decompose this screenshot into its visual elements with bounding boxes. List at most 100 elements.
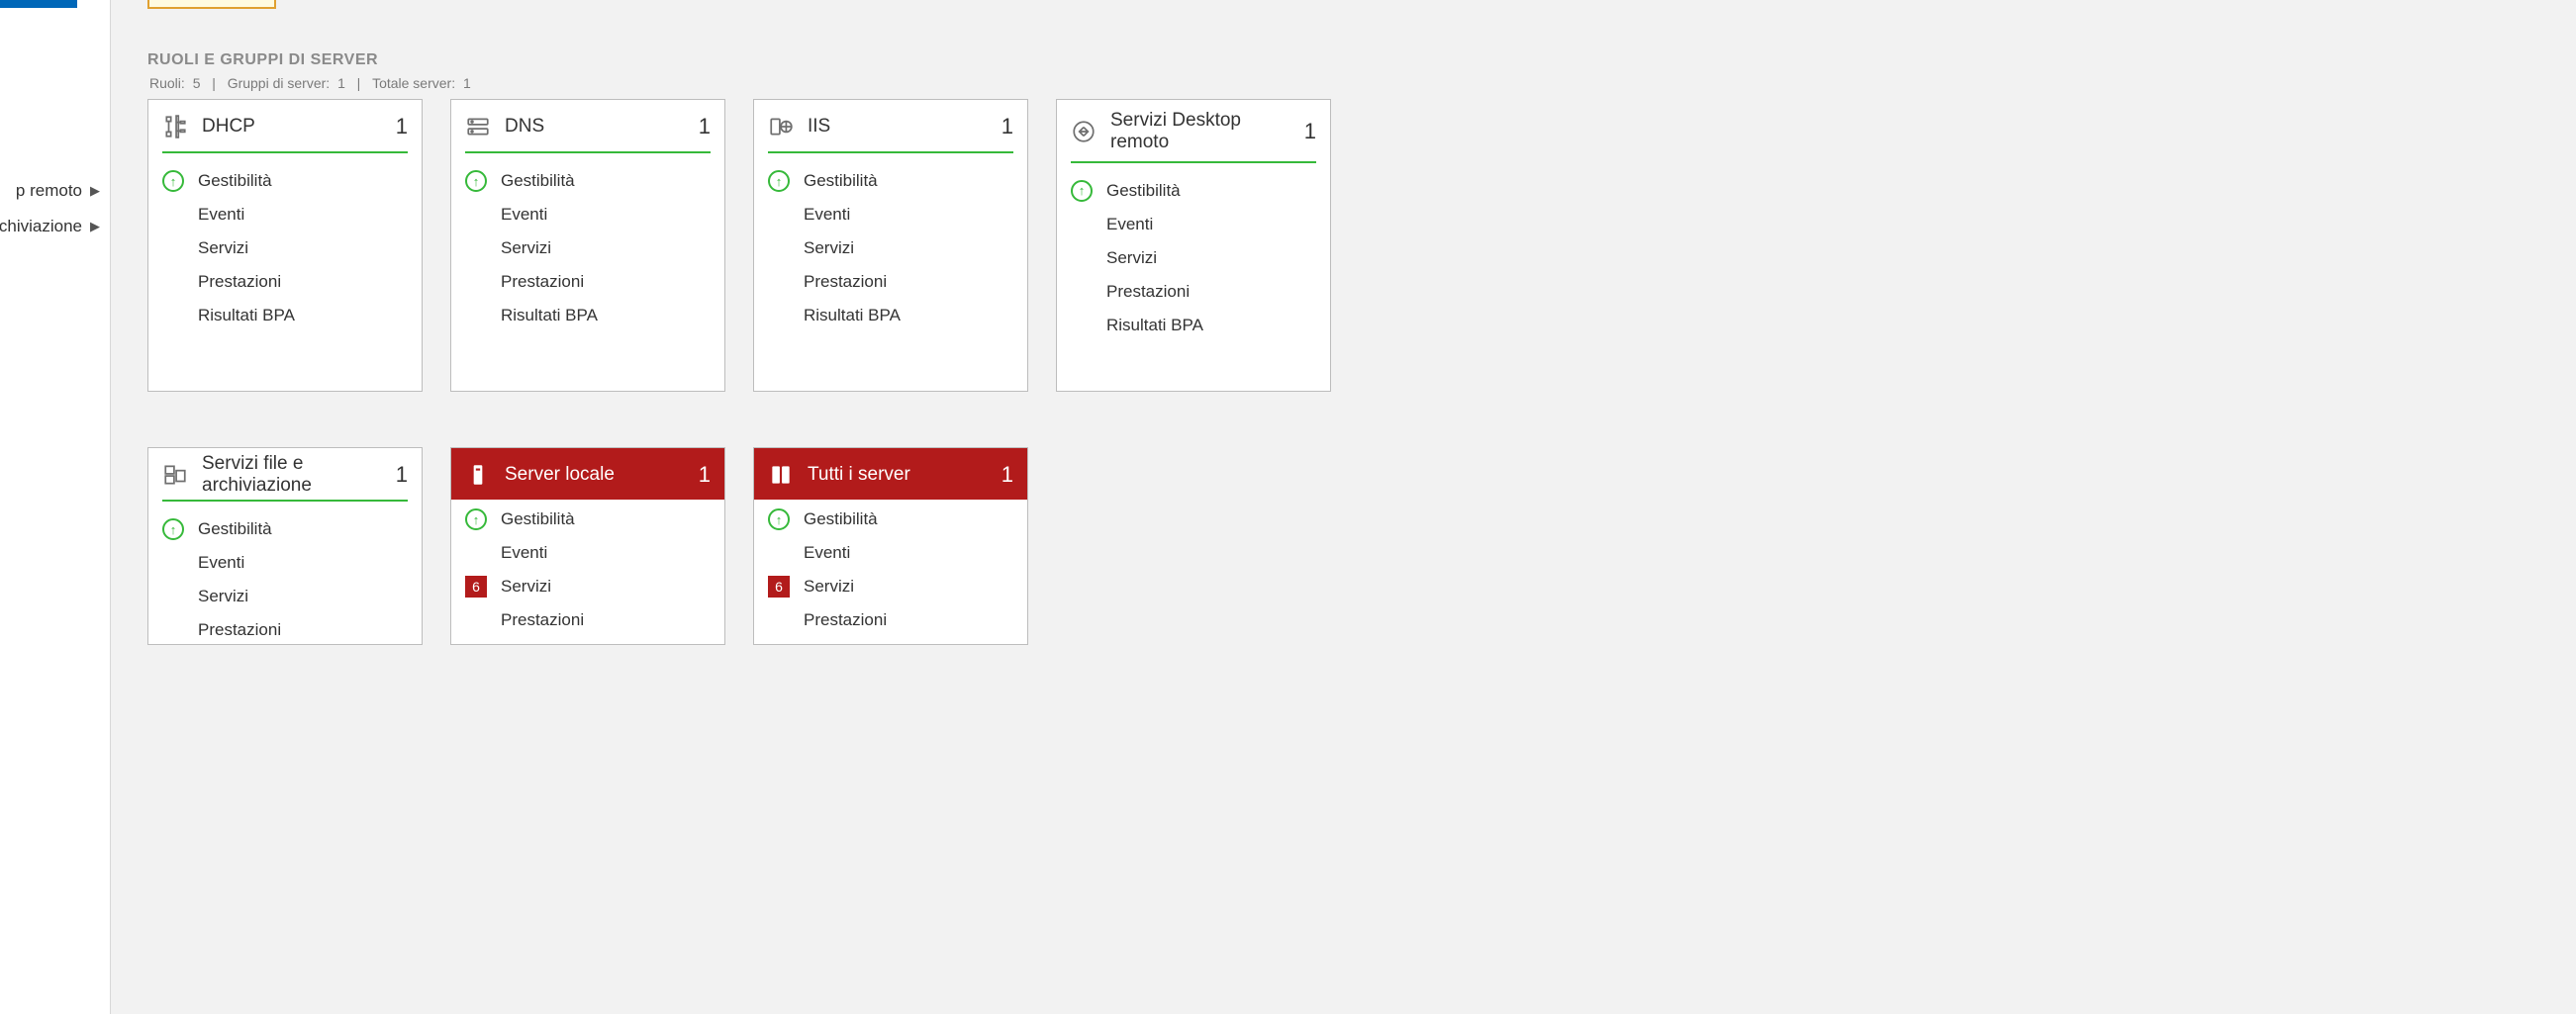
row-label: Servizi — [1106, 248, 1157, 268]
status-rule — [768, 151, 1013, 153]
row-performance[interactable]: Prestazioni — [1071, 280, 1316, 304]
row-label: Gestibilità — [198, 519, 272, 539]
tile-iis[interactable]: IIS 1 ↑Gestibilità Eventi Servizi Presta… — [753, 99, 1028, 392]
row-label: Gestibilità — [1106, 181, 1181, 201]
row-label: Servizi — [804, 238, 854, 258]
row-bpa[interactable]: Risultati BPA — [162, 304, 408, 327]
row-label: Risultati BPA — [804, 306, 901, 325]
status-up-icon: ↑ — [768, 508, 790, 530]
row-label: Servizi — [198, 238, 248, 258]
row-services[interactable]: Servizi — [465, 236, 711, 260]
row-events[interactable]: Eventi — [465, 203, 711, 227]
row-label: Prestazioni — [198, 620, 281, 640]
tile-count: 1 — [699, 114, 711, 139]
row-label: Servizi — [501, 577, 551, 597]
tile-all-servers[interactable]: Tutti i server 1 ↑Gestibilità Eventi 6 S… — [753, 447, 1028, 645]
tile-title: DHCP — [202, 116, 382, 138]
status-up-icon: ↑ — [162, 518, 184, 540]
status-up-icon: ↑ — [1071, 180, 1093, 202]
file-services-icon — [162, 462, 188, 488]
sidebar-item-file-services[interactable]: rchiviazione ▶ — [0, 210, 104, 243]
row-events[interactable]: Eventi — [1071, 213, 1316, 236]
row-manageability[interactable]: ↑Gestibilità — [768, 169, 1013, 193]
row-services[interactable]: 6 Servizi — [768, 575, 1013, 599]
row-manageability[interactable]: ↑ Gestibilità — [1071, 179, 1316, 203]
row-services[interactable]: Servizi — [162, 236, 408, 260]
status-up-icon: ↑ — [768, 170, 790, 192]
row-label: Eventi — [501, 543, 547, 563]
row-label: Prestazioni — [501, 610, 584, 630]
row-label: Eventi — [501, 205, 547, 225]
tile-dns[interactable]: DNS 1 ↑Gestibilità Eventi Servizi Presta… — [450, 99, 725, 392]
row-label: Gestibilità — [501, 509, 575, 529]
status-rule — [465, 151, 711, 153]
row-bpa[interactable]: Risultati BPA — [768, 304, 1013, 327]
row-performance[interactable]: Prestazioni — [162, 618, 408, 642]
tile-header: IIS 1 — [754, 100, 1027, 151]
tile-body: ↑ Gestibilità Eventi Servizi Prestazioni… — [148, 161, 422, 341]
row-events[interactable]: Eventi — [162, 203, 408, 227]
row-bpa[interactable]: Risultati BPA — [1071, 314, 1316, 337]
row-events[interactable]: Eventi — [162, 551, 408, 575]
section-subtitle: Ruoli: 5 | Gruppi di server: 1 | Totale … — [147, 75, 473, 91]
row-manageability[interactable]: ↑ Gestibilità — [162, 169, 408, 193]
row-label: Gestibilità — [501, 171, 575, 191]
row-label: Eventi — [804, 205, 850, 225]
tile-body: ↑Gestibilità Eventi Servizi Prestazioni … — [1057, 171, 1330, 351]
row-label: Prestazioni — [1106, 282, 1190, 302]
total-value: 1 — [461, 75, 473, 91]
row-manageability[interactable]: ↑Gestibilità — [465, 169, 711, 193]
row-manageability[interactable]: ↑ Gestibilità — [162, 517, 408, 541]
tile-count: 1 — [396, 114, 408, 139]
row-events[interactable]: Eventi — [768, 541, 1013, 565]
divider: | — [206, 75, 221, 91]
row-label: Servizi — [501, 238, 551, 258]
section-title: RUOLI E GRUPPI DI SERVER — [147, 51, 378, 69]
row-performance[interactable]: Prestazioni — [162, 270, 408, 294]
remote-desktop-icon — [1071, 119, 1097, 144]
row-manageability[interactable]: ↑Gestibilità — [465, 507, 711, 531]
tile-body: ↑Gestibilità Eventi 6 Servizi Prestazion… — [451, 500, 724, 645]
sidebar-item-remote-desktop[interactable]: p remoto ▶ — [0, 174, 104, 208]
tile-title: Tutti i server — [808, 464, 988, 486]
row-services[interactable]: 6 Servizi — [465, 575, 711, 599]
row-services[interactable]: Servizi — [768, 236, 1013, 260]
tile-remote-desktop[interactable]: Servizi Desktop remoto 1 ↑Gestibilità Ev… — [1056, 99, 1331, 392]
tile-local-server[interactable]: Server locale 1 ↑Gestibilità Eventi 6 Se… — [450, 447, 725, 645]
tile-file-services[interactable]: Servizi file e archiviazione 1 ↑Gestibil… — [147, 447, 423, 645]
tile-header: Server locale 1 — [451, 448, 724, 500]
dashboard-main: RUOLI E GRUPPI DI SERVER Ruoli: 5 | Grup… — [111, 0, 2576, 1014]
tiles-row-1: DHCP 1 ↑ Gestibilità Eventi Servizi Pres… — [147, 99, 1331, 392]
row-label: Gestibilità — [198, 171, 272, 191]
tile-body: ↑Gestibilità Eventi Servizi Prestazioni … — [451, 161, 724, 341]
tile-body: ↑ Gestibilità Eventi Servizi Prestazioni — [148, 509, 422, 645]
row-performance[interactable]: Prestazioni — [465, 270, 711, 294]
sidebar-item-label: rchiviazione — [0, 217, 82, 236]
row-events[interactable]: Eventi — [465, 541, 711, 565]
row-performance[interactable]: Prestazioni — [465, 608, 711, 632]
tile-body: ↑Gestibilità Eventi 6 Servizi Prestazion… — [754, 500, 1027, 645]
status-rule — [162, 500, 408, 502]
row-manageability[interactable]: ↑Gestibilità — [768, 507, 1013, 531]
quickstart-remnant — [147, 0, 276, 9]
total-label: Totale server: — [370, 75, 457, 91]
chevron-right-icon: ▶ — [90, 219, 100, 234]
row-services[interactable]: Servizi — [162, 585, 408, 608]
row-label: Risultati BPA — [1106, 316, 1203, 335]
local-server-icon — [465, 462, 491, 488]
row-label: Prestazioni — [198, 272, 281, 292]
row-events[interactable]: Eventi — [768, 203, 1013, 227]
row-performance[interactable]: Prestazioni — [768, 270, 1013, 294]
tile-header: Tutti i server 1 — [754, 448, 1027, 500]
row-bpa[interactable]: Risultati BPA — [465, 304, 711, 327]
tile-title: Server locale — [505, 464, 685, 486]
tiles-row-2: Servizi file e archiviazione 1 ↑Gestibil… — [147, 447, 1331, 740]
row-label: Eventi — [1106, 215, 1153, 234]
dhcp-icon — [162, 114, 188, 139]
tile-title: DNS — [505, 116, 685, 138]
row-performance[interactable]: Prestazioni — [768, 608, 1013, 632]
row-services[interactable]: Servizi — [1071, 246, 1316, 270]
row-label: Risultati BPA — [198, 306, 295, 325]
row-label: Servizi — [804, 577, 854, 597]
tile-dhcp[interactable]: DHCP 1 ↑ Gestibilità Eventi Servizi Pres… — [147, 99, 423, 392]
